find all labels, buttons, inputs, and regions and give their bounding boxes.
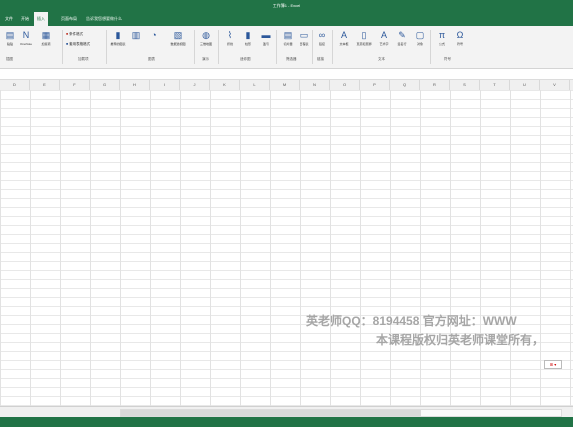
column-header-S[interactable]: S <box>450 80 480 90</box>
horizontal-scrollbar[interactable] <box>120 409 562 417</box>
paste-icon: ▤ <box>5 30 15 40</box>
column-header-V[interactable]: V <box>540 80 570 90</box>
window-title: 工作簿1 - Excel <box>272 3 301 8</box>
column-header-D[interactable]: D <box>0 80 30 90</box>
column-header-O[interactable]: O <box>330 80 360 90</box>
pivot-chart-icon: ▧ <box>173 30 183 40</box>
ribbon-separator <box>106 30 107 64</box>
timeline-icon: ▭ <box>299 30 309 40</box>
quick-analysis-button[interactable]: ⊞ ▾ <box>544 360 562 369</box>
ribbon-separator <box>276 30 277 64</box>
conditional-format-item[interactable]: ■ 条件格式 <box>66 32 83 37</box>
slicer-icon: ▤ <box>283 30 293 40</box>
group-label-illustrations: 插图 <box>6 57 13 61</box>
equation-icon: π <box>438 30 446 40</box>
group-label-tours: 演示 <box>202 57 209 61</box>
column-header-G[interactable]: G <box>90 80 120 90</box>
header-footer-icon: ▯ <box>361 30 367 40</box>
wordart-button[interactable]: A 艺术字 <box>376 28 392 56</box>
column-header-Q[interactable]: Q <box>390 80 420 90</box>
tab-page-layout[interactable]: 页面布局 <box>58 12 80 26</box>
worksheet-grid[interactable] <box>0 90 573 406</box>
equation-button[interactable]: π 公式 <box>434 28 450 56</box>
column-header-N[interactable]: N <box>300 80 330 90</box>
textbox-icon: A <box>340 30 347 40</box>
sparkline-column-button[interactable]: ▮ 柱形 <box>240 28 256 56</box>
group-label-symbols: 符号 <box>444 57 451 61</box>
object-icon: ▢ <box>415 30 425 40</box>
column-header-L[interactable]: L <box>240 80 270 90</box>
table-format-icon: ■ <box>66 42 69 46</box>
slicer-button[interactable]: ▤ 切片器 <box>280 28 296 56</box>
addins-icon: ▦ <box>41 30 51 40</box>
3d-map-icon: ◍ <box>202 30 210 40</box>
column-header-K[interactable]: K <box>210 80 240 90</box>
link-icon: ∞ <box>318 30 326 40</box>
signature-icon: ✎ <box>398 30 406 40</box>
scrollbar-thumb[interactable] <box>121 410 421 416</box>
timeline-button[interactable]: ▭ 日程表 <box>296 28 312 56</box>
column-header-U[interactable]: U <box>510 80 540 90</box>
group-label-text: 文本 <box>378 57 385 61</box>
link-button[interactable]: ∞ 链接 <box>314 28 330 56</box>
chart-types-button[interactable]: ▥ <box>128 28 144 56</box>
pie-chart-icon: ◔ <box>151 30 157 40</box>
ribbon-separator <box>430 30 431 64</box>
ribbon-separator <box>332 30 333 64</box>
tab-insert[interactable]: 插入 <box>34 12 48 26</box>
watermark-line2: 本课程版权归英老师课堂所有， <box>376 333 545 347</box>
ribbon-separator <box>218 30 219 64</box>
column-header-F[interactable]: F <box>60 80 90 90</box>
column-header-I[interactable]: I <box>150 80 180 90</box>
column-header-T[interactable]: T <box>480 80 510 90</box>
column-header-H[interactable]: H <box>120 80 150 90</box>
sparkline-line-icon: ⌇ <box>227 30 233 40</box>
group-label-filters: 筛选器 <box>286 57 297 61</box>
onenote-button[interactable]: N OneNote <box>18 28 34 56</box>
chart-types-icon: ▥ <box>131 30 141 40</box>
group-label-charts: 图表 <box>148 57 155 61</box>
symbol-icon: Ω <box>456 30 464 40</box>
sparkline-winloss-icon: ▬ <box>261 30 271 40</box>
status-bar <box>0 417 573 427</box>
ribbon-separator <box>62 30 63 64</box>
textbox-button[interactable]: A 文本框 <box>336 28 352 56</box>
ribbon-separator <box>312 30 313 64</box>
column-header-P[interactable]: P <box>360 80 390 90</box>
tell-me-search[interactable]: 告诉我您想要做什么 <box>86 12 122 26</box>
3d-map-button[interactable]: ◍ 三维地图 <box>198 28 214 56</box>
paste-button[interactable]: ▤ 粘贴 <box>2 28 18 56</box>
onenote-icon: N <box>22 30 30 40</box>
formula-bar[interactable] <box>0 69 573 80</box>
ribbon-separator <box>194 30 195 64</box>
group-label-addins: 加载项 <box>78 57 89 61</box>
sparkline-line-button[interactable]: ⌇ 折线 <box>222 28 238 56</box>
addins-button[interactable]: ▦ 加载项 <box>38 28 54 56</box>
conditional-format-icon: ■ <box>66 32 69 36</box>
recommended-charts-icon: ▮ <box>115 30 121 40</box>
watermark-line1: 英老师QQ：8194458 官方网址：WWW <box>306 314 517 328</box>
sheet-tab-bar <box>0 406 573 417</box>
column-header-R[interactable]: R <box>420 80 450 90</box>
column-header-E[interactable]: E <box>30 80 60 90</box>
tab-home[interactable]: 开始 <box>18 12 32 26</box>
recommended-charts-button[interactable]: ▮ 推荐的图表 <box>110 28 126 56</box>
sparkline-column-icon: ▮ <box>245 30 251 40</box>
table-format-item[interactable]: ■ 套用表格格式 <box>66 42 90 47</box>
tab-file[interactable]: 文件 <box>2 12 16 26</box>
object-button[interactable]: ▢ 对象 <box>412 28 428 56</box>
group-label-sparklines: 迷你图 <box>240 57 251 61</box>
sparkline-winloss-button[interactable]: ▬ 盈亏 <box>258 28 274 56</box>
signature-button[interactable]: ✎ 签名行 <box>394 28 410 56</box>
column-header-J[interactable]: J <box>180 80 210 90</box>
menu-bar: 文件 开始 插入 页面布局 告诉我您想要做什么 <box>0 12 573 26</box>
ribbon: ▤ 粘贴 N OneNote ▦ 加载项 ■ 条件格式 ■ 套用表格格式 ▮ 推… <box>0 26 573 69</box>
chart-types-button-2[interactable]: ◔ <box>146 28 162 56</box>
pivot-chart-button[interactable]: ▧ 数据透视图 <box>170 28 186 56</box>
column-header-M[interactable]: M <box>270 80 300 90</box>
wordart-icon: A <box>380 30 387 40</box>
header-footer-button[interactable]: ▯ 页眉和页脚 <box>356 28 372 56</box>
group-label-links: 链接 <box>317 57 324 61</box>
symbol-button[interactable]: Ω 符号 <box>452 28 468 56</box>
